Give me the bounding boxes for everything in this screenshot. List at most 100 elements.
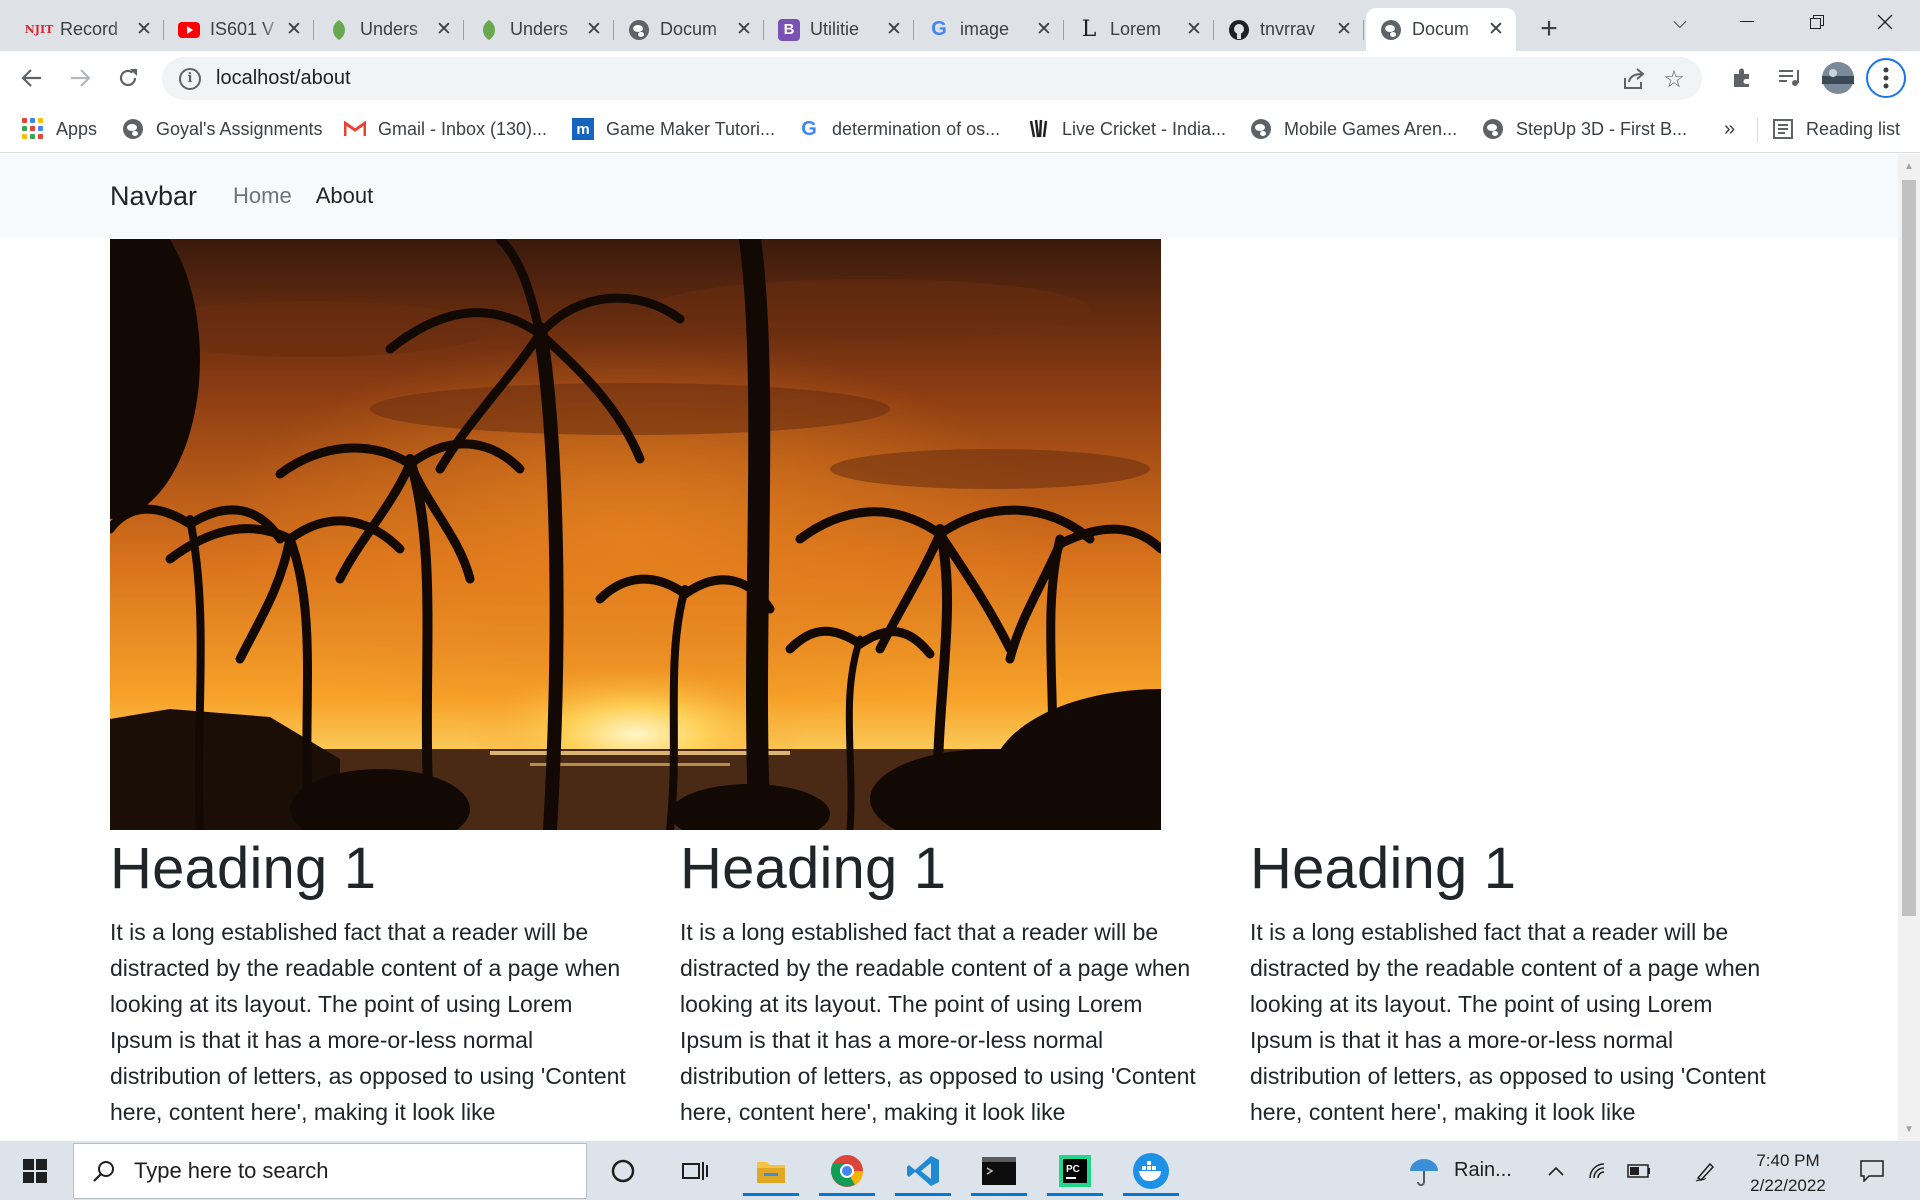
close-tab-icon[interactable]: ✕ [1184, 19, 1204, 40]
taskbar-clock[interactable]: 7:40 PM 2/22/2022 [1730, 1148, 1846, 1198]
bookmark-item[interactable]: G determination of os... [798, 116, 1000, 142]
task-view-icon[interactable] [663, 1145, 727, 1196]
nav-link-about[interactable]: About [316, 183, 374, 209]
browser-tab[interactable]: NJIT Record ✕ [14, 8, 164, 51]
page-viewport: Navbar Home About Heading 1 It is a long… [0, 154, 1898, 1141]
new-tab-button[interactable]: + [1530, 10, 1568, 48]
close-tab-icon[interactable]: ✕ [134, 19, 154, 40]
bookmark-item[interactable]: Gmail - Inbox (130)... [344, 116, 547, 142]
file-explorer-icon[interactable] [739, 1145, 803, 1196]
close-tab-icon[interactable]: ✕ [284, 19, 304, 40]
tab-title: Unders [510, 19, 569, 39]
tab-title: IS601 V [210, 19, 275, 39]
tab-title: Docum [660, 19, 718, 39]
taskbar-search-box[interactable]: Type here to search [73, 1143, 587, 1199]
extensions-icon[interactable] [1722, 58, 1762, 98]
tab-search-icon[interactable]: ⌵ [1645, 0, 1715, 44]
bookmark-label: determination of os... [832, 118, 1001, 139]
reload-button[interactable] [108, 58, 148, 98]
browser-tab[interactable]: tnvrrav ✕ [1214, 8, 1364, 51]
close-window-button[interactable] [1850, 0, 1920, 44]
windows-taskbar: Type here to search PC Rain... 7:40 PM 2… [0, 1141, 1920, 1200]
browser-tab[interactable]: Unders ✕ [314, 8, 464, 51]
tray-overflow-icon[interactable] [1540, 1141, 1572, 1200]
browser-tab[interactable]: B Utilitie ✕ [764, 8, 914, 51]
bookmark-item[interactable]: StepUp 3D - First B... [1482, 116, 1687, 142]
google-icon: G [801, 117, 817, 140]
browser-tab[interactable]: L Lorem ✕ [1064, 8, 1214, 51]
bookmark-item[interactable]: m Game Maker Tutori... [572, 116, 775, 142]
tab-title: Unders [360, 19, 419, 39]
scrollbar-thumb[interactable] [1902, 180, 1916, 916]
scroll-up-arrow-icon[interactable]: ▲ [1898, 156, 1920, 176]
browser-tab[interactable]: Docum ✕ [614, 8, 764, 51]
restore-button[interactable] [1782, 0, 1852, 44]
vscode-icon[interactable] [891, 1145, 955, 1196]
leaf-icon [328, 19, 350, 41]
chrome-icon[interactable] [815, 1145, 879, 1196]
forward-button[interactable] [60, 58, 100, 98]
url-text[interactable]: localhost/about [216, 67, 351, 90]
share-icon[interactable] [1617, 62, 1651, 96]
tab-title: Lorem [1110, 19, 1162, 39]
browser-tab-active[interactable]: Docum ✕ [1366, 8, 1516, 51]
back-button[interactable] [12, 58, 52, 98]
cortana-icon[interactable] [591, 1145, 655, 1196]
close-tab-icon[interactable]: ✕ [434, 19, 454, 40]
bookmarks-bar: Apps Goyal's Assignments Gmail - Inbox (… [0, 106, 1920, 153]
address-bar[interactable]: i localhost/about ☆ [162, 57, 1702, 100]
media-control-icon[interactable] [1770, 58, 1810, 98]
bookmark-item[interactable]: Live Cricket - India... [1028, 116, 1226, 142]
start-button[interactable] [3, 1145, 67, 1196]
content-column: Heading 1 It is a long established fact … [110, 834, 630, 1130]
site-info-icon[interactable]: i [179, 67, 201, 90]
bookmark-item[interactable]: Goyal's Assignments [122, 116, 323, 142]
bookmark-star-icon[interactable]: ☆ [1657, 62, 1691, 96]
close-tab-icon[interactable]: ✕ [884, 19, 904, 40]
globe-icon [122, 118, 144, 140]
umbrella-icon [1408, 1155, 1440, 1187]
close-tab-icon[interactable]: ✕ [1486, 19, 1506, 40]
browser-tab[interactable]: G image ✕ [914, 8, 1064, 51]
hero-image [110, 239, 1161, 830]
m-icon: m [572, 118, 594, 140]
nav-link-home[interactable]: Home [233, 183, 292, 209]
scroll-down-arrow-icon[interactable]: ▼ [1898, 1119, 1920, 1139]
browser-tab[interactable]: Unders ✕ [464, 8, 614, 51]
page-scrollbar[interactable]: ▲ ▼ [1898, 154, 1920, 1141]
close-tab-icon[interactable]: ✕ [734, 19, 754, 40]
minimize-button[interactable] [1712, 0, 1782, 44]
profile-avatar[interactable] [1818, 58, 1858, 98]
tab-title: Utilitie [810, 19, 860, 39]
close-tab-icon[interactable]: ✕ [584, 19, 604, 40]
wifi-icon[interactable] [1582, 1141, 1616, 1200]
navbar-brand[interactable]: Navbar [110, 181, 197, 212]
weather-text: Rain... [1454, 1159, 1512, 1181]
chrome-menu-button[interactable] [1866, 58, 1906, 98]
battery-icon[interactable] [1622, 1141, 1656, 1200]
tab-title: Record [60, 19, 119, 39]
bookmarks-overflow-button[interactable]: » [1724, 116, 1735, 142]
clock-date: 2/22/2022 [1750, 1176, 1826, 1195]
notifications-icon[interactable] [1852, 1141, 1892, 1200]
reading-list-label: Reading list [1806, 118, 1901, 139]
globe-icon [1250, 118, 1272, 140]
weather-widget[interactable]: Rain... [1408, 1141, 1528, 1200]
njit-icon: NJIT [24, 23, 54, 36]
bookmark-item[interactable]: Mobile Games Aren... [1250, 116, 1457, 142]
browser-toolbar: i localhost/about ☆ [0, 51, 1920, 106]
close-tab-icon[interactable]: ✕ [1334, 19, 1354, 40]
pen-icon[interactable] [1688, 1141, 1722, 1200]
docker-icon[interactable] [1119, 1145, 1183, 1196]
github-icon [1228, 19, 1250, 41]
content-column: Heading 1 It is a long established fact … [680, 834, 1200, 1130]
bookmark-label: Goyal's Assignments [156, 118, 323, 139]
leaf-icon [478, 19, 500, 41]
pycharm-icon[interactable]: PC [1043, 1145, 1107, 1196]
reading-list-button[interactable]: Reading list [1772, 116, 1900, 142]
bookmark-apps[interactable]: Apps [22, 116, 97, 142]
bootstrap-icon: B [778, 18, 800, 41]
close-tab-icon[interactable]: ✕ [1034, 19, 1054, 40]
terminal-icon[interactable] [967, 1145, 1031, 1196]
browser-tab[interactable]: IS601 V ✕ [164, 8, 314, 51]
